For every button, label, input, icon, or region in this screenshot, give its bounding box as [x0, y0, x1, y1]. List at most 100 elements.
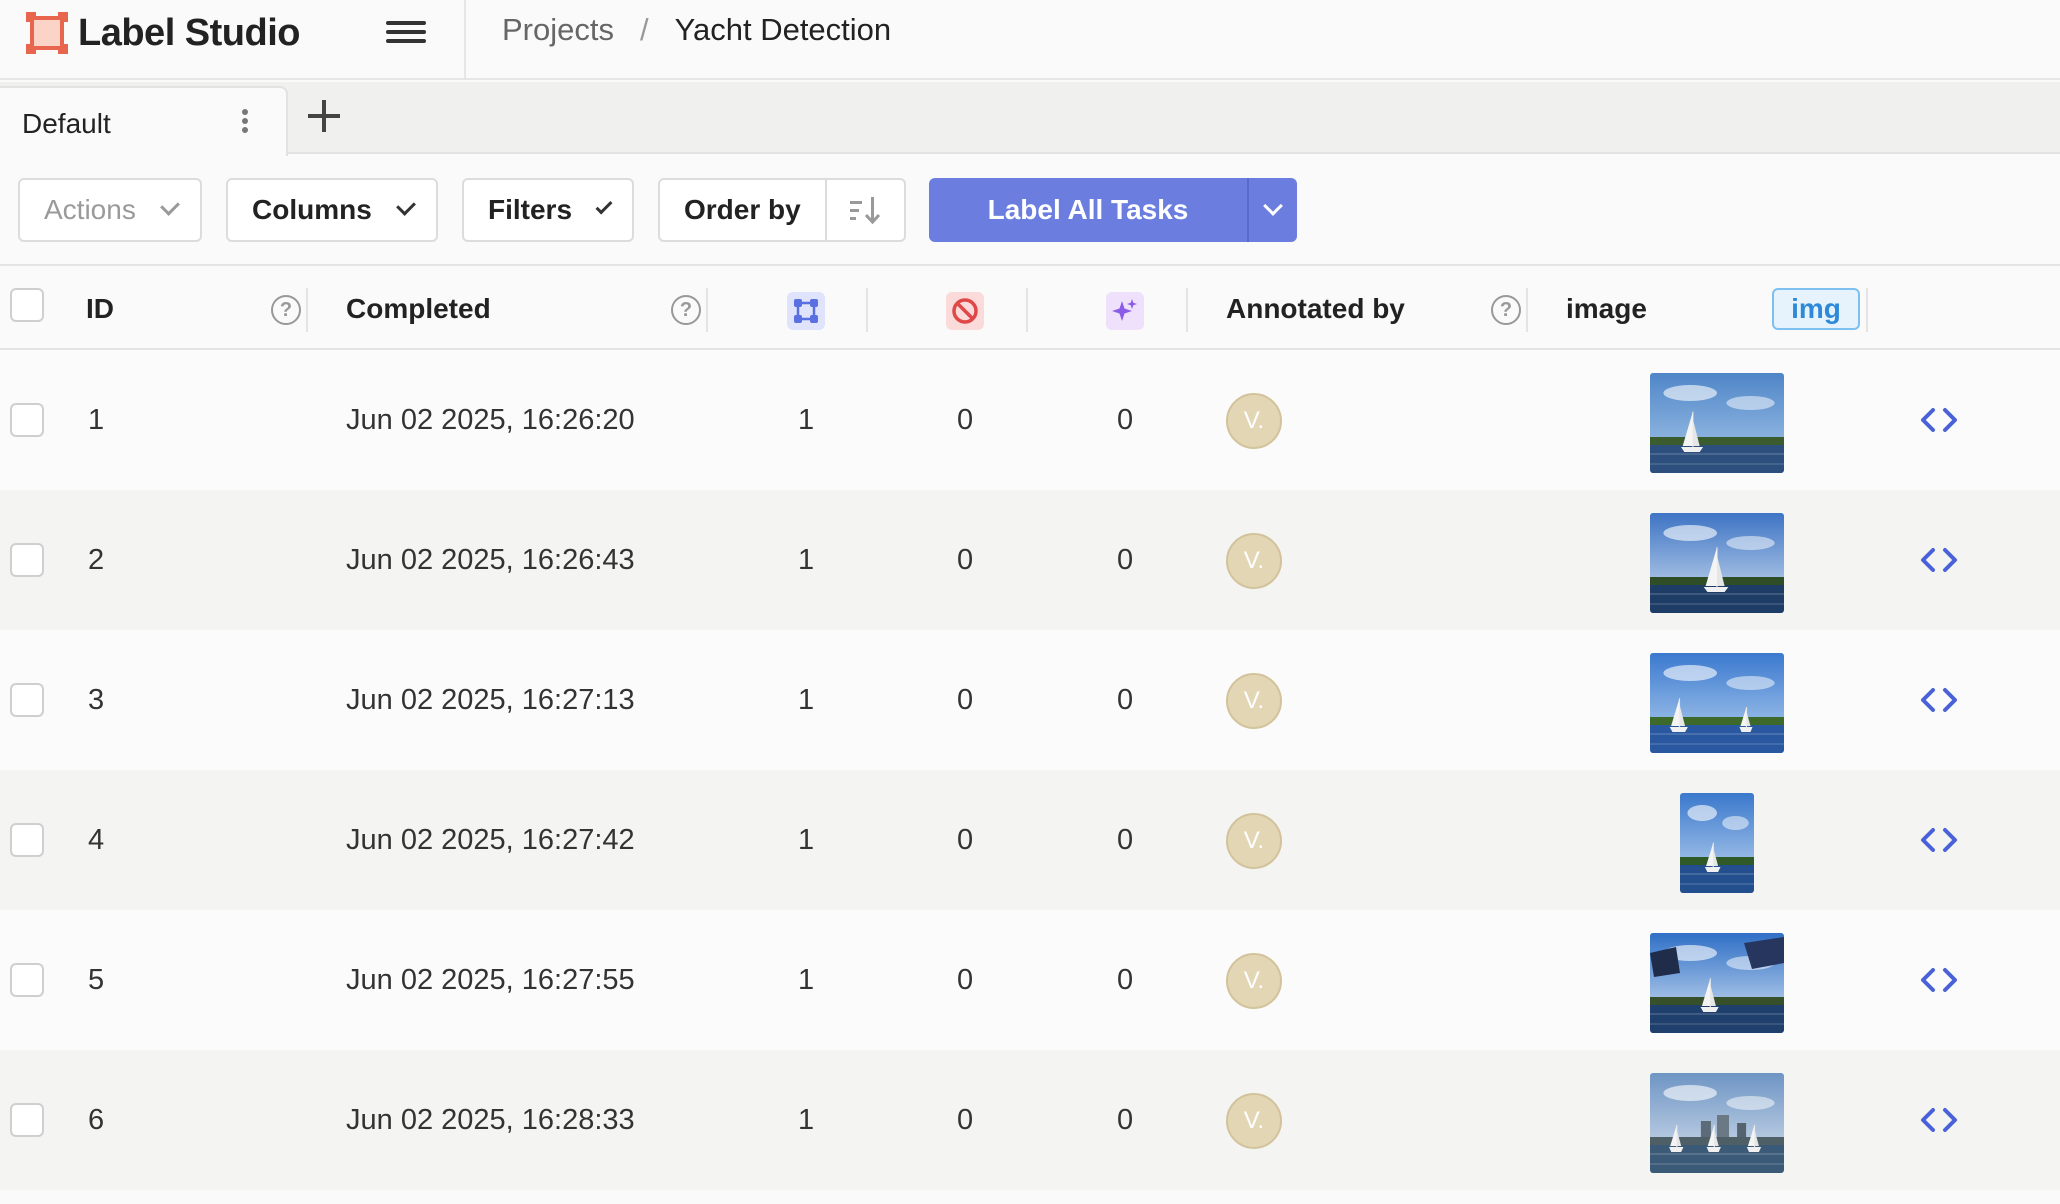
- predictions-icon[interactable]: [1106, 292, 1144, 330]
- view-tabs-bar: Default: [0, 82, 2060, 156]
- avatar[interactable]: V.: [1226, 673, 1282, 729]
- table-row[interactable]: 1 Jun 02 2025, 16:26:20 1 0 0 V.: [0, 350, 2060, 490]
- task-id: 1: [88, 403, 105, 436]
- sort-direction-icon[interactable]: [827, 180, 904, 240]
- image-thumbnail[interactable]: [1650, 933, 1784, 1033]
- column-header-image[interactable]: image: [1566, 268, 1647, 350]
- table-row[interactable]: 3 Jun 02 2025, 16:27:13 1 0 0 V.: [0, 630, 2060, 770]
- annotations-count: 1: [798, 543, 815, 576]
- row-checkbox[interactable]: [10, 543, 44, 577]
- avatar[interactable]: V.: [1226, 953, 1282, 1009]
- code-view-icon[interactable]: [1918, 402, 1960, 438]
- add-tab-icon[interactable]: [306, 98, 342, 134]
- column-divider[interactable]: [1026, 288, 1028, 332]
- cancelled-count: 0: [957, 823, 974, 856]
- table-row[interactable]: 6 Jun 02 2025, 16:28:33 1 0 0 V.: [0, 1050, 2060, 1190]
- column-divider[interactable]: [706, 288, 708, 332]
- label-studio-logo-icon: [24, 10, 70, 56]
- help-icon[interactable]: ?: [271, 295, 301, 325]
- menu-icon[interactable]: [386, 16, 426, 48]
- code-view-icon[interactable]: [1918, 542, 1960, 578]
- row-checkbox[interactable]: [10, 403, 44, 437]
- annotations-icon[interactable]: [787, 292, 825, 330]
- annotations-count: 1: [798, 963, 815, 996]
- annotations-count: 1: [798, 683, 815, 716]
- breadcrumb: Projects / Yacht Detection: [502, 12, 891, 48]
- tab-default[interactable]: Default: [0, 86, 288, 156]
- help-icon[interactable]: ?: [1491, 295, 1521, 325]
- completed-date: Jun 02 2025, 16:27:13: [346, 683, 635, 716]
- predictions-count: 0: [1117, 823, 1134, 856]
- column-divider[interactable]: [1526, 288, 1528, 332]
- row-checkbox[interactable]: [10, 963, 44, 997]
- completed-date: Jun 02 2025, 16:28:33: [346, 1103, 635, 1136]
- table-row[interactable]: 5 Jun 02 2025, 16:27:55 1 0 0 V.: [0, 910, 2060, 1050]
- row-checkbox[interactable]: [10, 683, 44, 717]
- code-view-icon[interactable]: [1918, 822, 1960, 858]
- annotations-count: 1: [798, 403, 815, 436]
- task-id: 6: [88, 1103, 105, 1136]
- columns-label: Columns: [252, 194, 372, 225]
- breadcrumb-separator: /: [639, 12, 649, 47]
- annotations-count: 1: [798, 823, 815, 856]
- table-row[interactable]: 2 Jun 02 2025, 16:26:43 1 0 0 V.: [0, 490, 2060, 630]
- table-row[interactable]: 4 Jun 02 2025, 16:27:42 1 0 0 V.: [0, 770, 2060, 910]
- app-logo[interactable]: Label Studio: [24, 8, 301, 58]
- table-header: ID ? Completed ? Annotated by ? image im…: [0, 268, 2060, 350]
- actions-dropdown[interactable]: Actions: [18, 178, 202, 242]
- code-view-icon[interactable]: [1918, 682, 1960, 718]
- label-all-tasks-button[interactable]: Label All Tasks: [929, 178, 1249, 242]
- image-thumbnail[interactable]: [1680, 793, 1754, 893]
- avatar[interactable]: V.: [1226, 1093, 1282, 1149]
- cancelled-count: 0: [957, 1103, 974, 1136]
- tab-label: Default: [22, 108, 111, 139]
- code-view-icon[interactable]: [1918, 962, 1960, 998]
- image-thumbnail[interactable]: [1650, 1073, 1784, 1173]
- column-divider[interactable]: [1866, 288, 1868, 332]
- column-header-annotated-by[interactable]: Annotated by: [1226, 268, 1405, 350]
- predictions-count: 0: [1117, 963, 1134, 996]
- chevron-down-icon: [159, 196, 180, 216]
- chevron-down-icon: [395, 196, 416, 216]
- image-thumbnail[interactable]: [1650, 513, 1784, 613]
- predictions-count: 0: [1117, 403, 1134, 436]
- cancelled-count: 0: [957, 683, 974, 716]
- image-thumbnail[interactable]: [1650, 373, 1784, 473]
- task-id: 5: [88, 963, 105, 996]
- predictions-count: 0: [1117, 1103, 1134, 1136]
- image-type-tag: img: [1772, 288, 1860, 330]
- code-view-icon[interactable]: [1918, 1102, 1960, 1138]
- order-by-button[interactable]: Order by: [660, 180, 827, 240]
- column-divider[interactable]: [306, 288, 308, 332]
- avatar[interactable]: V.: [1226, 533, 1282, 589]
- cancelled-icon[interactable]: [946, 292, 984, 330]
- task-id: 3: [88, 683, 105, 716]
- toolbar: Actions Columns Filters Order by Label A…: [0, 156, 2060, 266]
- tasks-table: ID ? Completed ? Annotated by ? image im…: [0, 268, 2060, 1190]
- row-checkbox[interactable]: [10, 1103, 44, 1137]
- breadcrumb-current-project: Yacht Detection: [674, 12, 892, 47]
- order-by-control[interactable]: Order by: [658, 178, 906, 242]
- avatar[interactable]: V.: [1226, 813, 1282, 869]
- row-checkbox[interactable]: [10, 823, 44, 857]
- annotations-count: 1: [798, 1103, 815, 1136]
- header-divider: [464, 0, 466, 80]
- column-divider[interactable]: [866, 288, 868, 332]
- columns-dropdown[interactable]: Columns: [226, 178, 438, 242]
- label-all-dropdown-toggle[interactable]: [1249, 178, 1297, 242]
- help-icon[interactable]: ?: [671, 295, 701, 325]
- avatar[interactable]: V.: [1226, 393, 1282, 449]
- column-divider[interactable]: [1186, 288, 1188, 332]
- column-header-id[interactable]: ID: [86, 268, 114, 350]
- actions-label: Actions: [44, 194, 136, 225]
- breadcrumb-projects-link[interactable]: Projects: [502, 12, 614, 48]
- completed-date: Jun 02 2025, 16:27:42: [346, 823, 635, 856]
- filters-dropdown[interactable]: Filters: [462, 178, 634, 242]
- task-id: 2: [88, 543, 105, 576]
- image-thumbnail[interactable]: [1650, 653, 1784, 753]
- select-all-checkbox[interactable]: [10, 288, 44, 322]
- completed-date: Jun 02 2025, 16:27:55: [346, 963, 635, 996]
- column-header-completed[interactable]: Completed: [346, 268, 491, 350]
- cancelled-count: 0: [957, 403, 974, 436]
- tab-options-icon[interactable]: [238, 106, 252, 140]
